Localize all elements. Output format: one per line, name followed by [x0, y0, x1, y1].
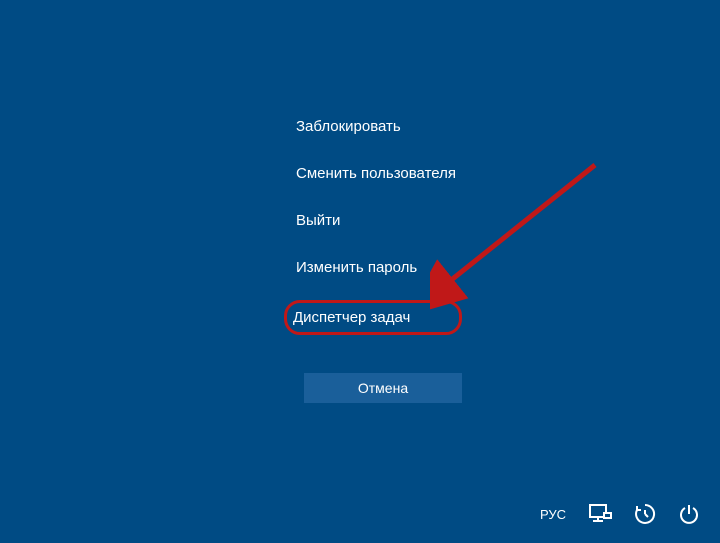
- language-indicator[interactable]: РУС: [540, 507, 566, 522]
- power-icon[interactable]: [678, 503, 700, 525]
- menu-item-sign-out[interactable]: Выйти: [290, 204, 462, 237]
- menu-item-change-password[interactable]: Изменить пароль: [290, 251, 462, 284]
- security-options-menu: Заблокировать Сменить пользователя Выйти…: [290, 110, 462, 403]
- ease-of-access-icon[interactable]: [634, 503, 656, 525]
- system-tray: РУС: [540, 503, 700, 525]
- menu-item-switch-user[interactable]: Сменить пользователя: [290, 157, 462, 190]
- cancel-button[interactable]: Отмена: [304, 373, 462, 403]
- menu-item-task-manager[interactable]: Диспетчер задач: [284, 300, 462, 335]
- network-icon[interactable]: [588, 503, 612, 525]
- menu-item-lock[interactable]: Заблокировать: [290, 110, 462, 143]
